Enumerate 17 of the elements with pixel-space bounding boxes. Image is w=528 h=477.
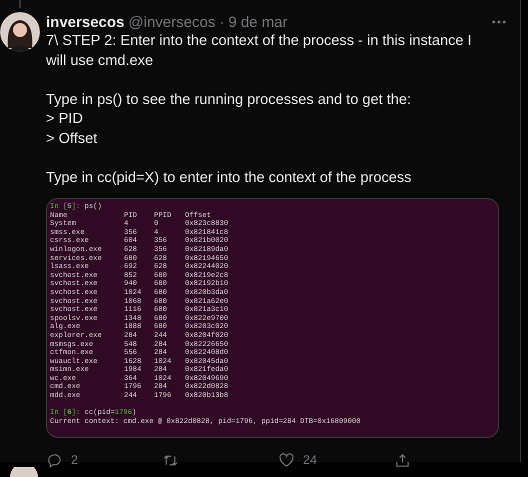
author-name[interactable]: inversecos bbox=[46, 14, 124, 30]
more-icon[interactable] bbox=[492, 20, 506, 24]
tweet-text: 7\ STEP 2: Enter into the context of the process - in this instance I will use cmd.exe bbox=[46, 32, 473, 70]
heart-icon[interactable] bbox=[278, 452, 295, 468]
speech-bubble-icon[interactable] bbox=[46, 452, 63, 468]
tweet-text: > Offset bbox=[46, 130, 98, 148]
tweet-text: Type in ps() to see the running processes and to get the: bbox=[46, 90, 412, 110]
terminal-screenshot[interactable] bbox=[46, 198, 499, 438]
avatar[interactable] bbox=[0, 12, 40, 52]
tweet-text: > PID bbox=[46, 110, 84, 129]
tweet-text: Type in cc(pid=X) to enter into the context of the process bbox=[46, 168, 412, 188]
separator-dot: · bbox=[219, 14, 224, 30]
author-handle[interactable]: @inversecos bbox=[128, 14, 216, 30]
action-count: 24 bbox=[303, 453, 317, 467]
share-icon[interactable] bbox=[394, 452, 411, 468]
action-count: 2 bbox=[71, 453, 78, 467]
tweet-date[interactable]: 9 de mar bbox=[228, 14, 288, 30]
